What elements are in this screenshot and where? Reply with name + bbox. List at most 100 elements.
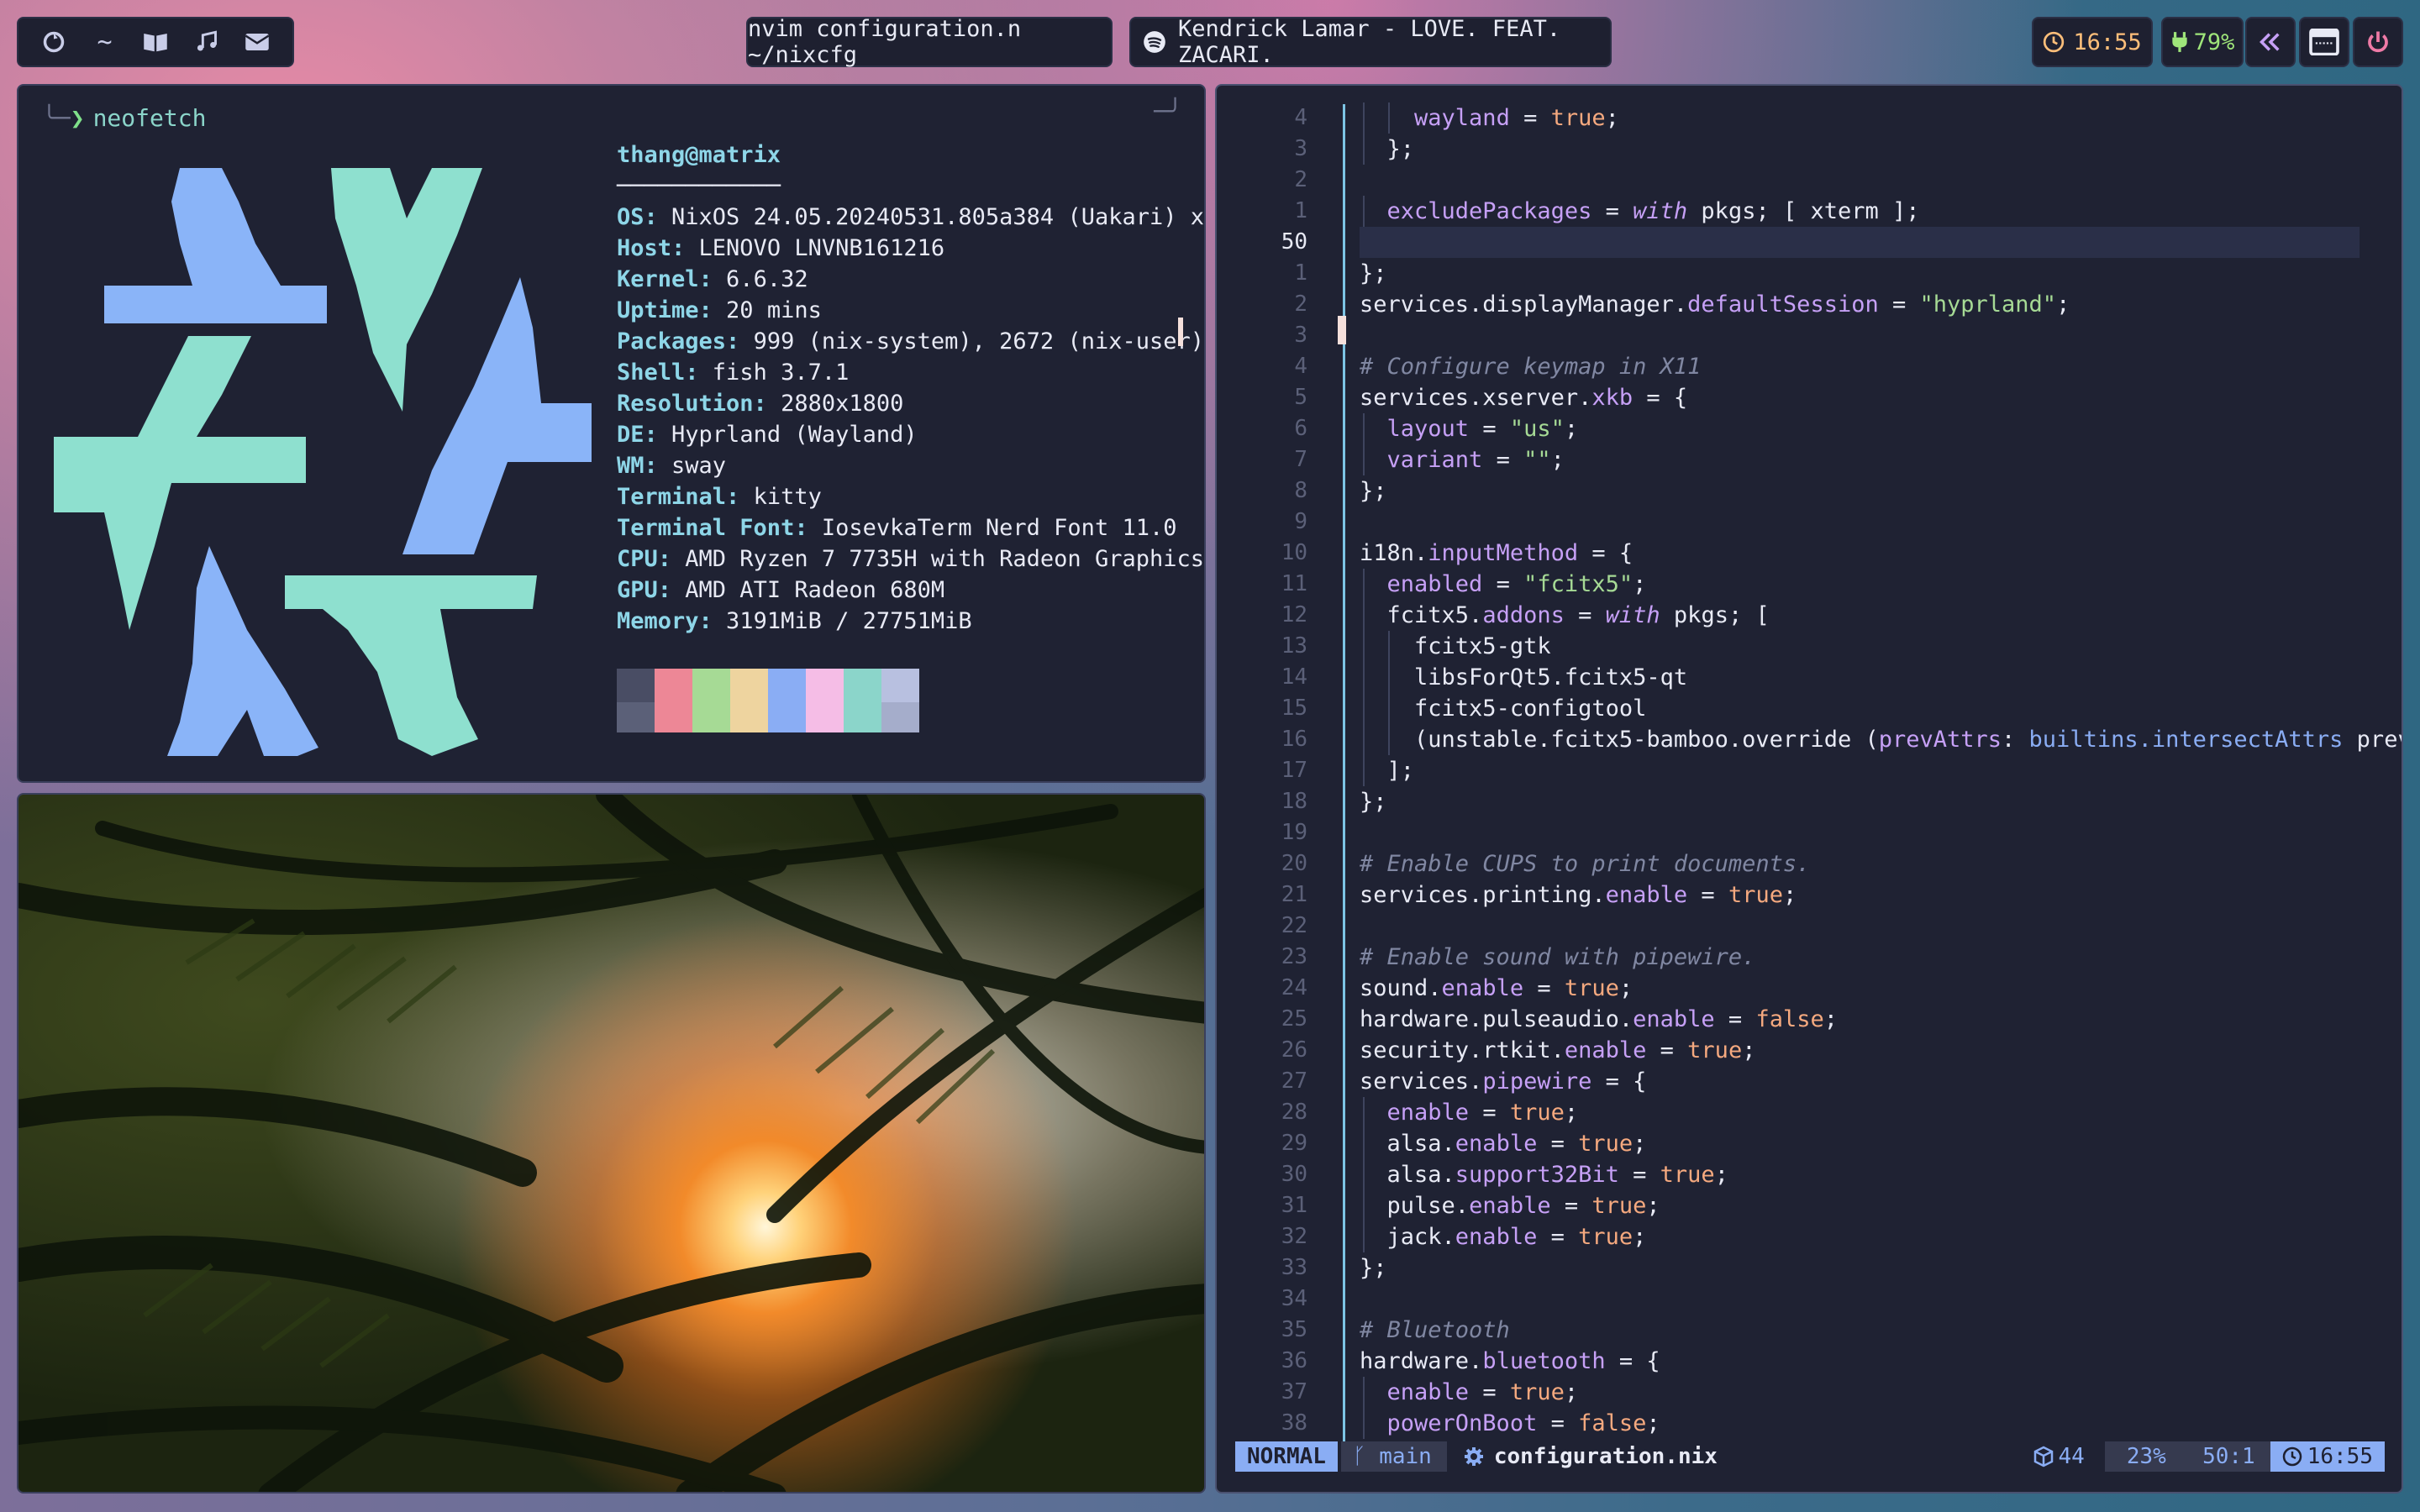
neovim-window[interactable]: 4 3 2 1 50 1 2 3 4 5 6 7 8 9 10 11 12 13 14 15 16 17 18 19 20 21 2… [1215, 84, 2403, 1494]
indent-guide [1388, 631, 1390, 662]
code-token: "" [1523, 447, 1551, 473]
code-token: = [1469, 1100, 1510, 1126]
palette-swatch [692, 669, 730, 702]
code-token: libsForQt5.fcitx5-qt [1414, 664, 1688, 690]
code-line: services.pipewire = { [1360, 1066, 2402, 1097]
palette-swatch [881, 702, 919, 732]
code-token: }; [1386, 136, 1415, 162]
info-row: Packages: 999 (nix-system), 2672 (nix-us… [617, 326, 1204, 357]
code-token: enable [1441, 975, 1524, 1001]
code-line: services.displayManager.defaultSession =… [1360, 289, 2402, 320]
code-token: = [1523, 975, 1565, 1001]
info-key: Packages: [617, 328, 740, 354]
line-number: 25 [1281, 1006, 1307, 1032]
battery-percent: 79% [2193, 29, 2235, 55]
power-button[interactable] [2353, 17, 2403, 67]
music-icon[interactable] [183, 18, 230, 66]
terminal-window[interactable]: ╰─❯ neofetch ─╯ thang@matrix ──────────── O… [17, 84, 1206, 783]
info-key: Kernel: [617, 266, 713, 292]
code-token: services.displayManager. [1360, 291, 1688, 318]
code-token: pulse. [1386, 1193, 1470, 1219]
palette-swatch [617, 702, 655, 732]
clock-widget[interactable]: 16:55 [2032, 17, 2153, 67]
palette-swatch [844, 669, 881, 702]
indent-guide [1363, 1159, 1365, 1190]
tray-window-icon [2309, 29, 2339, 55]
code-line: jack.enable = true; [1360, 1221, 2402, 1252]
tray-expand-button[interactable] [2245, 17, 2296, 67]
code-line: }; [1360, 1252, 2402, 1284]
line-number: 6 [1294, 416, 1307, 441]
indent-guide [1363, 631, 1365, 662]
window-title-text: nvim configuration.n ~/nixcfg [748, 16, 1022, 68]
code-token: = [1482, 571, 1524, 597]
indent-guide [1363, 693, 1365, 724]
code-token: ; [1550, 447, 1565, 473]
code-line: i18n.inputMethod = { [1360, 538, 2402, 569]
code-token: pkgs; [ xterm ]; [1687, 198, 1920, 224]
shell-prompt: ╰─❯ neofetch [42, 104, 206, 132]
palette-swatch [617, 669, 655, 702]
code-token: = [1564, 602, 1606, 628]
media-player[interactable]: Kendrick Lamar - LOVE. FEAT. ZACARI. [1129, 16, 1612, 68]
code-buffer[interactable]: wayland = true; }; excludePackages = wit… [1360, 102, 2402, 1439]
code-token: = [1714, 1006, 1756, 1032]
code-token: = [1646, 1037, 1688, 1063]
battery-widget[interactable]: 79% [2161, 17, 2244, 67]
line-number: 3 [1294, 323, 1307, 348]
editor-cursor [1338, 316, 1346, 344]
git-branch: ᚴ main [1340, 1441, 1447, 1472]
info-key: DE: [617, 422, 658, 448]
mail-icon[interactable] [234, 18, 281, 66]
code-token: enabled [1386, 571, 1483, 597]
code-line: fcitx5-gtk [1360, 631, 2402, 662]
info-row: Host: LENOVO LNVNB161216 [617, 233, 1204, 264]
indent-guide [1363, 569, 1365, 600]
code-token: variant [1386, 447, 1483, 473]
line-number: 38 [1281, 1410, 1307, 1436]
code-token: = [1482, 447, 1524, 473]
code-token: }; [1360, 789, 1387, 815]
info-value: fish 3.7.1 [698, 360, 850, 386]
tray-window-button[interactable] [2299, 17, 2349, 67]
info-value: 3191MiB / 27751MiB [712, 608, 972, 634]
code-token: = [1537, 1410, 1579, 1436]
info-row: Uptime: 20 mins [617, 295, 1204, 326]
code-token: i18n. [1360, 540, 1428, 566]
prompt-corner: ╰─ [42, 104, 71, 132]
code-token: powerOnBoot [1386, 1410, 1538, 1436]
line-number: 29 [1281, 1131, 1307, 1156]
line-number-gutter: 4 3 2 1 50 1 2 3 4 5 6 7 8 9 10 11 12 13 14 15 16 17 18 19 20 21 2… [1217, 102, 1307, 1439]
code-line: }; [1360, 134, 2402, 165]
line-number: 5 [1294, 385, 1307, 410]
code-line: services.printing.enable = true; [1360, 879, 2402, 911]
code-token: true [1578, 1131, 1634, 1157]
code-token: wayland [1414, 105, 1510, 131]
code-line: layout = "us"; [1360, 413, 2402, 444]
code-token: services. [1360, 1068, 1483, 1095]
book-icon[interactable] [132, 18, 179, 66]
code-line: excludePackages = with pkgs; [ xterm ]; [1360, 196, 2402, 227]
code-token: fcitx5-gtk [1414, 633, 1551, 659]
code-token: enable [1605, 882, 1688, 908]
code-token: true [1509, 1379, 1565, 1405]
code-token: enable [1455, 1224, 1538, 1250]
code-token: ; [1618, 975, 1634, 1001]
terminal-icon[interactable]: ~ [82, 18, 129, 66]
code-line: }; [1360, 786, 2402, 817]
line-number: 28 [1281, 1100, 1307, 1125]
color-palette [617, 669, 919, 732]
file-name: configuration.nix [1464, 1444, 1718, 1469]
code-token: true [1578, 1224, 1634, 1250]
terminal-cursor [1178, 318, 1183, 346]
code-line: security.rtkit.enable = true; [1360, 1035, 2402, 1066]
wallpaper-image-window[interactable] [17, 793, 1206, 1494]
chevrons-left-icon [2258, 30, 2283, 54]
code-token: = [1469, 1379, 1510, 1405]
code-token: layout [1386, 416, 1470, 442]
indent-guide [1363, 1128, 1365, 1159]
firefox-icon[interactable] [30, 18, 77, 66]
code-token: = { [1578, 540, 1634, 566]
